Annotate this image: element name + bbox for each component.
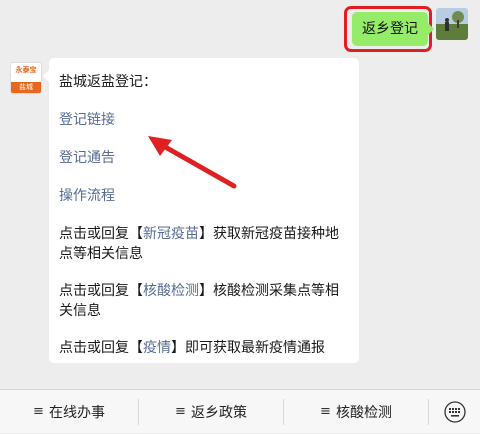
hamburger-icon: ≡	[175, 404, 186, 419]
hamburger-icon: ≡	[320, 404, 331, 419]
keyword-vaccine[interactable]: 新冠疫苗	[143, 226, 199, 242]
chat-area: 返乡登记 永泰宝 盐城 盐城返盐登记： 登记链接 登记通告 操作流程 点击或回复…	[0, 0, 480, 389]
keyword-nucleic-test[interactable]: 核酸检测	[143, 283, 199, 299]
outgoing-message[interactable]: 返乡登记	[352, 12, 434, 46]
para-text: 点击或回复【	[59, 283, 143, 299]
incoming-message: 盐城返盐登记： 登记链接 登记通告 操作流程 点击或回复【新冠疫苗】获取新冠疫苗…	[43, 58, 359, 363]
para-text: 点击或回复【	[59, 340, 143, 356]
paragraph-vaccine: 点击或回复【新冠疫苗】获取新冠疫苗接种地点等相关信息	[59, 224, 349, 264]
menu-label: 核酸检测	[335, 404, 392, 421]
bottom-menu: ≡ 在线办事 ≡ 返乡政策 ≡ 核酸检测	[0, 389, 480, 433]
para-text: 】即可获取最新疫情通报	[171, 340, 325, 356]
keyword-epidemic[interactable]: 疫情	[143, 340, 171, 356]
paragraph-nucleic: 点击或回复【核酸检测】核酸检测采集点等相关信息	[59, 281, 349, 321]
para-text: 点击或回复【	[59, 226, 143, 242]
bot-logo: 永泰宝	[15, 66, 37, 74]
user-avatar-photo	[436, 8, 468, 40]
annotation-arrow	[148, 136, 237, 189]
keyboard-button[interactable]	[428, 398, 480, 425]
menu-label: 返乡政策	[190, 404, 247, 421]
menu-return-policy[interactable]: ≡ 返乡政策	[138, 398, 283, 425]
menu-label: 在线办事	[48, 404, 105, 421]
hamburger-icon: ≡	[33, 404, 44, 419]
bot-avatar[interactable]: 永泰宝 盐城	[10, 62, 42, 94]
menu-nucleic-test[interactable]: ≡ 核酸检测	[283, 398, 428, 425]
bot-logo-city: 盐城	[11, 82, 41, 93]
menu-online-service[interactable]: ≡ 在线办事	[0, 390, 138, 434]
user-avatar[interactable]	[436, 8, 468, 40]
paragraph-epidemic: 点击或回复【疫情】即可获取最新疫情通报	[59, 338, 349, 358]
keyboard-icon	[443, 400, 466, 423]
message-title: 盐城返盐登记：	[59, 74, 157, 90]
link-register[interactable]: 登记链接	[59, 110, 349, 130]
